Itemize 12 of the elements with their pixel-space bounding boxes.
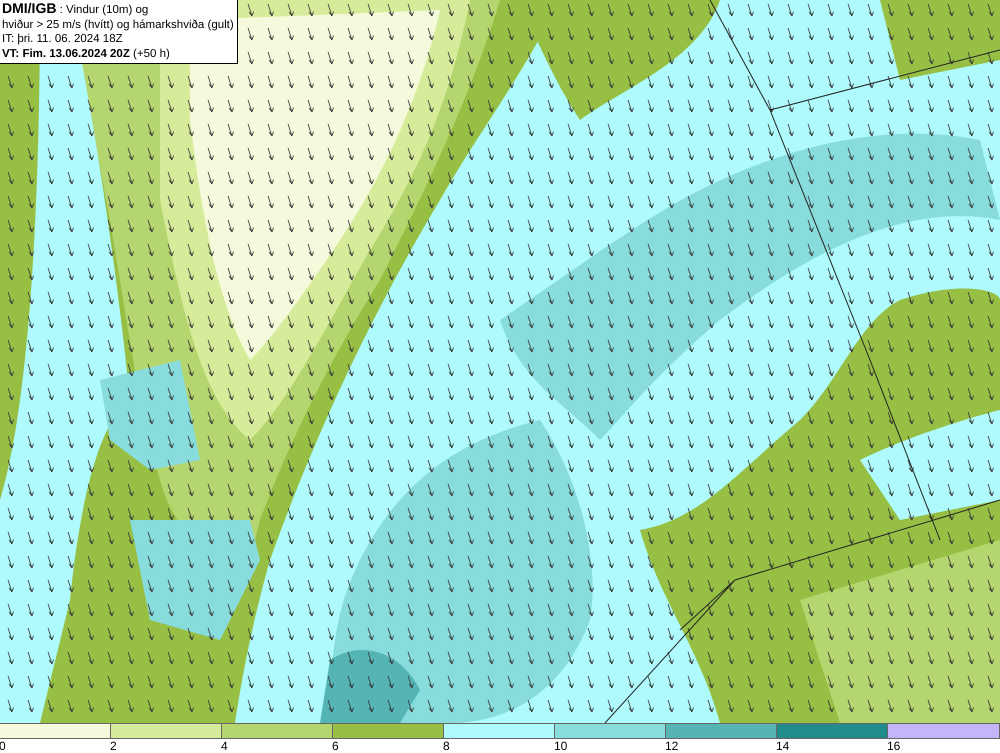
header-line: VT: Fim. 13.06.2024 20Z (+50 h) — [2, 46, 171, 61]
scale-label: 10 — [554, 739, 568, 753]
header-line: DMI/IGB : Vindur (10m) og — [2, 1, 150, 18]
scale-label: 8 — [443, 739, 450, 753]
header-line: IT: þri. 11. 06. 2024 18Z — [2, 32, 124, 46]
scale-label: 6 — [332, 739, 339, 753]
scale-label: 4 — [221, 739, 228, 753]
scale-label: 2 — [110, 739, 117, 753]
scale-label: 12 — [665, 739, 678, 753]
header-line: hviður > 25 m/s (hvítt) og hámarkshviða (gult) — [2, 18, 234, 32]
scale-label: 16 — [887, 739, 900, 753]
scale-label: 14 — [776, 739, 790, 753]
